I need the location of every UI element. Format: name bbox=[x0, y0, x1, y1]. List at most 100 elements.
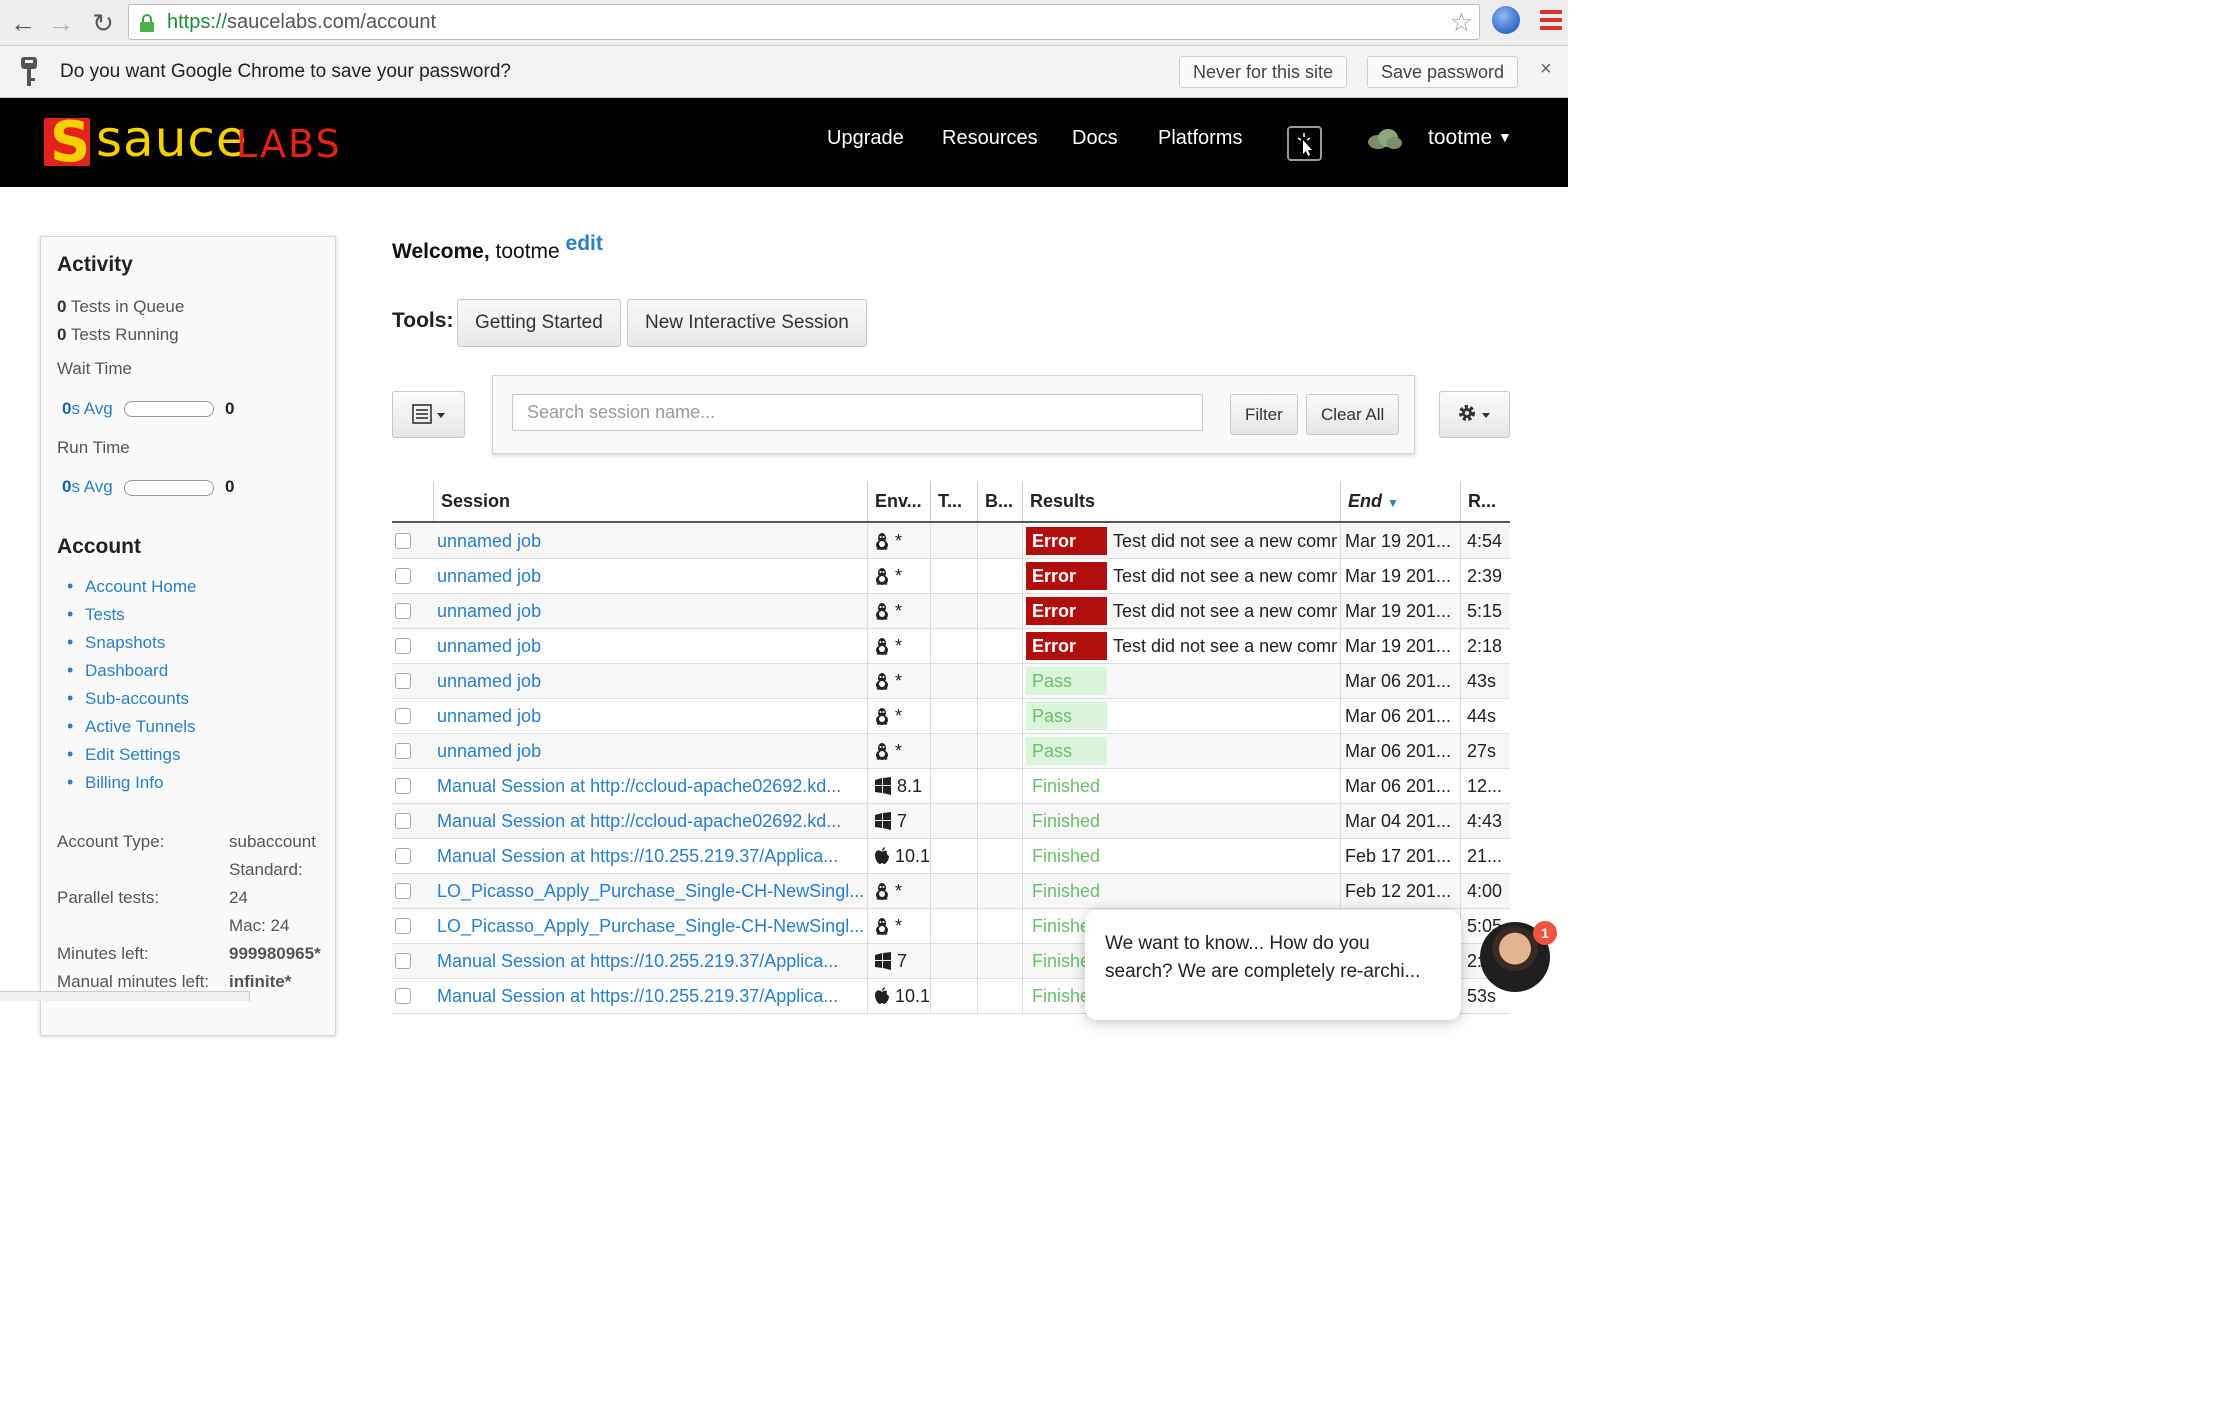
col-session[interactable]: Session bbox=[433, 481, 867, 521]
session-link[interactable]: unnamed job bbox=[437, 699, 865, 733]
sauce-logo-mark[interactable]: S bbox=[44, 110, 90, 175]
search-session-input[interactable] bbox=[512, 394, 1203, 431]
close-icon[interactable]: × bbox=[1540, 58, 1552, 81]
row-checkbox[interactable] bbox=[395, 533, 411, 549]
table-row[interactable]: unnamed job * Error Test did not see a n… bbox=[392, 594, 1510, 629]
session-link[interactable]: LO_Picasso_Apply_Purchase_Single-CH-NewS… bbox=[437, 909, 865, 943]
globe-icon[interactable] bbox=[1492, 6, 1520, 34]
result-badge: Error bbox=[1026, 632, 1107, 660]
row-checkbox[interactable] bbox=[395, 988, 411, 1004]
row-checkbox[interactable] bbox=[395, 953, 411, 969]
end-cell: Mar 19 201... bbox=[1340, 559, 1460, 593]
link-edit-settings[interactable]: Edit Settings bbox=[67, 744, 197, 773]
row-checkbox[interactable] bbox=[395, 568, 411, 584]
end-cell: Mar 06 201... bbox=[1340, 699, 1460, 733]
row-checkbox[interactable] bbox=[395, 778, 411, 794]
nav-resources[interactable]: Resources bbox=[942, 127, 1038, 150]
row-checkbox[interactable] bbox=[395, 638, 411, 654]
row-checkbox[interactable] bbox=[395, 848, 411, 864]
table-row[interactable]: unnamed job * Error Test did not see a n… bbox=[392, 559, 1510, 594]
col-t[interactable]: T... bbox=[930, 481, 977, 521]
table-row[interactable]: Manual Session at http://ccloud-apache02… bbox=[392, 804, 1510, 839]
column-view-button[interactable] bbox=[392, 391, 465, 438]
col-results[interactable]: Results bbox=[1022, 481, 1340, 521]
row-checkbox[interactable] bbox=[395, 743, 411, 759]
address-bar[interactable]: https://saucelabs.com/account ☆ bbox=[128, 4, 1480, 40]
table-row[interactable]: LO_Picasso_Apply_Purchase_Single-CH-NewS… bbox=[392, 874, 1510, 909]
table-row[interactable]: unnamed job * Pass Mar 06 201... 43s bbox=[392, 664, 1510, 699]
table-row[interactable]: unnamed job * Error Test did not see a n… bbox=[392, 629, 1510, 664]
row-checkbox[interactable] bbox=[395, 603, 411, 619]
linux-icon bbox=[874, 603, 890, 624]
nav-platforms[interactable]: Platforms bbox=[1158, 127, 1242, 150]
clear-all-button[interactable]: Clear All bbox=[1306, 394, 1400, 435]
session-link[interactable]: unnamed job bbox=[437, 524, 865, 558]
session-link[interactable]: Manual Session at https://10.255.219.37/… bbox=[437, 944, 865, 978]
bookmark-star-icon[interactable]: ☆ bbox=[1450, 7, 1473, 38]
table-row[interactable]: unnamed job * Pass Mar 06 201... 44s bbox=[392, 699, 1510, 734]
never-save-button[interactable]: Never for this site bbox=[1179, 56, 1348, 88]
col-env[interactable]: Env... bbox=[867, 481, 930, 521]
session-link[interactable]: LO_Picasso_Apply_Purchase_Single-CH-NewS… bbox=[437, 874, 865, 908]
table-row[interactable]: Manual Session at https://10.255.219.37/… bbox=[392, 839, 1510, 874]
row-checkbox[interactable] bbox=[395, 708, 411, 724]
nav-docs[interactable]: Docs bbox=[1072, 127, 1118, 150]
link-sub-accounts[interactable]: Sub-accounts bbox=[67, 688, 197, 717]
session-link[interactable]: unnamed job bbox=[437, 734, 865, 768]
row-checkbox[interactable] bbox=[395, 673, 411, 689]
nav-upgrade[interactable]: Upgrade bbox=[827, 127, 904, 150]
getting-started-button[interactable]: Getting Started bbox=[457, 299, 621, 347]
table-row[interactable]: unnamed job * Error Test did not see a n… bbox=[392, 524, 1510, 559]
edit-link[interactable]: edit bbox=[566, 232, 603, 255]
session-link[interactable]: unnamed job bbox=[437, 559, 865, 593]
session-link[interactable]: Manual Session at http://ccloud-apache02… bbox=[437, 804, 865, 838]
new-interactive-session-button[interactable]: New Interactive Session bbox=[627, 299, 867, 347]
result-note: Test did not see a new command bbox=[1113, 601, 1337, 621]
filter-button[interactable]: Filter bbox=[1230, 394, 1298, 435]
menu-icon[interactable] bbox=[1540, 10, 1562, 34]
session-link[interactable]: unnamed job bbox=[437, 629, 865, 663]
result-note: Test did not see a new command bbox=[1113, 531, 1337, 551]
link-tests[interactable]: Tests bbox=[67, 604, 197, 633]
run-time-cell: 12... bbox=[1460, 769, 1510, 803]
settings-button[interactable] bbox=[1439, 391, 1510, 438]
row-checkbox[interactable] bbox=[395, 918, 411, 934]
password-prompt: Do you want Google Chrome to save your p… bbox=[60, 61, 511, 82]
table-row[interactable]: unnamed job * Pass Mar 06 201... 27s bbox=[392, 734, 1510, 769]
session-link[interactable]: Manual Session at https://10.255.219.37/… bbox=[437, 979, 865, 1013]
chat-popup[interactable]: We want to know... How do you search? We… bbox=[1085, 910, 1461, 1020]
link-billing-info[interactable]: Billing Info bbox=[67, 772, 197, 801]
back-arrow-icon[interactable]: ← bbox=[8, 8, 38, 38]
user-menu[interactable]: tootme ▼ bbox=[1428, 126, 1512, 150]
table-row[interactable]: Manual Session at http://ccloud-apache02… bbox=[392, 769, 1510, 804]
row-checkbox[interactable] bbox=[395, 883, 411, 899]
env-cell: * bbox=[867, 874, 930, 908]
run-progress-bar bbox=[124, 480, 214, 496]
windows-icon bbox=[874, 952, 892, 974]
col-r[interactable]: R... bbox=[1460, 481, 1510, 521]
manual-minutes-value: infinite* bbox=[229, 972, 292, 991]
session-link[interactable]: Manual Session at https://10.255.219.37/… bbox=[437, 839, 865, 873]
run-time-cell: 5:15 bbox=[1460, 594, 1510, 628]
logo-sauce[interactable]: sauce bbox=[96, 110, 248, 168]
col-end[interactable]: End ▼ bbox=[1340, 481, 1460, 521]
session-link[interactable]: Manual Session at http://ccloud-apache02… bbox=[437, 769, 865, 803]
save-password-button[interactable]: Save password bbox=[1367, 56, 1519, 88]
link-account-home[interactable]: Account Home bbox=[67, 576, 197, 605]
col-b[interactable]: B... bbox=[977, 481, 1022, 521]
session-link[interactable]: unnamed job bbox=[437, 664, 865, 698]
link-active-tunnels[interactable]: Active Tunnels bbox=[67, 716, 197, 745]
session-link[interactable]: unnamed job bbox=[437, 594, 865, 628]
link-snapshots[interactable]: Snapshots bbox=[67, 632, 197, 661]
result-text: Finished bbox=[1032, 811, 1101, 831]
b-cell bbox=[977, 559, 1022, 593]
run-time-cell: 21... bbox=[1460, 839, 1510, 873]
reload-icon[interactable]: ↻ bbox=[88, 8, 118, 38]
t-cell bbox=[930, 664, 977, 698]
row-checkbox[interactable] bbox=[395, 813, 411, 829]
forward-arrow-icon[interactable]: → bbox=[46, 8, 76, 38]
link-dashboard[interactable]: Dashboard bbox=[67, 660, 197, 689]
wait-time-label: Wait Time bbox=[57, 359, 132, 378]
interactive-cursor-icon[interactable] bbox=[1287, 126, 1322, 161]
logo-labs[interactable]: LABS bbox=[236, 122, 342, 166]
